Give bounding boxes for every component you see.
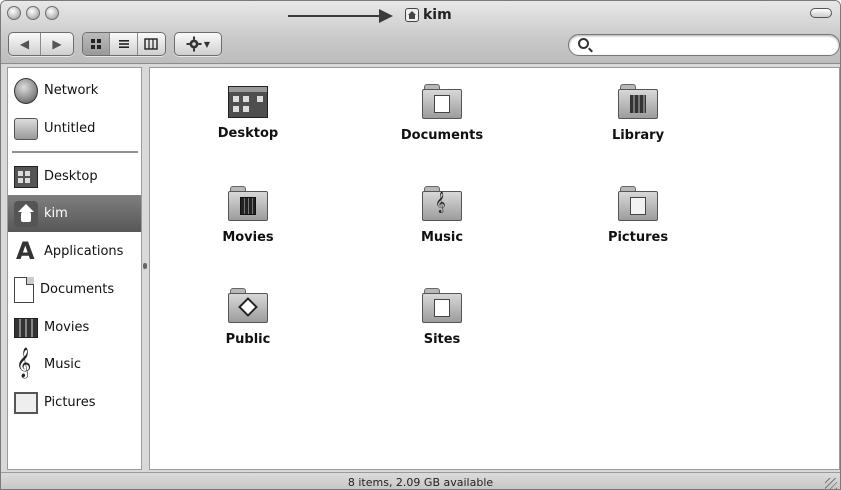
network-globe-icon	[14, 77, 38, 104]
window-controls	[7, 6, 59, 20]
sidebar-item-music[interactable]: Music	[8, 346, 141, 383]
resize-grip-icon[interactable]	[825, 478, 837, 489]
minimize-button[interactable]	[26, 6, 40, 20]
close-button[interactable]	[7, 6, 21, 20]
list-view-icon	[118, 40, 129, 48]
sidebar-item-movies[interactable]: Movies	[8, 309, 141, 346]
sidebar-divider	[12, 151, 138, 153]
sidebar-item-pictures[interactable]: Pictures	[8, 384, 141, 421]
forward-button[interactable]: ▶	[41, 33, 73, 55]
sidebar-resize-handle[interactable]	[143, 263, 147, 269]
sidebar-item-label: Applications	[44, 244, 124, 259]
file-item-label: Pictures	[607, 230, 669, 245]
music-note-icon	[14, 348, 38, 379]
file-item-music[interactable]: Music	[382, 174, 502, 260]
chevron-down-icon: ▼	[203, 39, 211, 49]
view-mode-control	[82, 32, 166, 56]
pictures-folder-icon	[618, 184, 658, 222]
annotation-arrow-line	[288, 15, 388, 17]
file-item-library[interactable]: Library	[578, 72, 698, 158]
action-menu-button[interactable]: ▼	[174, 32, 222, 56]
sidebar-item-untitled[interactable]: Untitled	[8, 110, 141, 147]
toolbar-toggle-button[interactable]	[810, 8, 832, 18]
document-icon	[14, 276, 34, 303]
zoom-button[interactable]	[45, 6, 59, 20]
sidebar-item-label: Movies	[44, 320, 90, 335]
status-text: 8 items, 2.09 GB available	[347, 475, 494, 489]
documents-folder-icon	[422, 82, 462, 120]
film-icon	[14, 317, 38, 338]
annotation-arrow-head-icon	[379, 9, 393, 23]
public-folder-icon	[228, 286, 268, 324]
file-browser-content: Desktop Documents Library Movies Music	[149, 67, 840, 470]
sidebar-item-label: Untitled	[44, 121, 96, 136]
file-item-label: Public	[225, 332, 271, 347]
sidebar-item-label: Network	[44, 83, 99, 98]
file-item-label: Desktop	[217, 126, 279, 141]
home-icon	[14, 200, 38, 227]
file-item-desktop[interactable]: Desktop	[188, 72, 308, 158]
sidebar-item-desktop[interactable]: Desktop	[8, 158, 141, 195]
file-item-label: Library	[611, 128, 665, 143]
sites-folder-icon	[422, 286, 462, 324]
picture-frame-icon	[14, 391, 38, 414]
file-item-label: Sites	[423, 332, 461, 347]
file-item-movies[interactable]: Movies	[188, 174, 308, 260]
sidebar-item-label: Desktop	[44, 169, 98, 184]
file-item-pictures[interactable]: Pictures	[578, 174, 698, 260]
sidebar-item-network[interactable]: Network	[8, 72, 141, 109]
list-view-button[interactable]	[110, 33, 138, 55]
icon-view-button[interactable]	[83, 33, 111, 55]
desktop-icon	[14, 165, 38, 188]
sidebar-item-label: kim	[44, 206, 68, 221]
back-forward-control: ◀ ▶	[8, 32, 74, 56]
forward-arrow-icon: ▶	[52, 37, 62, 51]
finder-window: kim ◀ ▶ ▼ Network Untitled Desktop kim A…	[0, 0, 841, 490]
applications-icon	[14, 237, 38, 265]
file-item-sites[interactable]: Sites	[382, 276, 502, 362]
column-view-icon	[144, 38, 159, 50]
file-item-public[interactable]: Public	[188, 276, 308, 362]
search-field[interactable]	[568, 34, 840, 56]
gear-icon	[186, 36, 202, 52]
search-icon	[578, 38, 589, 49]
window-title: kim	[405, 6, 452, 24]
sidebar-item-applications[interactable]: Applications	[8, 233, 141, 270]
column-view-button[interactable]	[138, 33, 165, 55]
music-folder-icon	[422, 184, 462, 222]
hard-disk-icon	[14, 117, 38, 140]
sidebar-item-label: Pictures	[44, 395, 96, 410]
file-item-documents[interactable]: Documents	[382, 72, 502, 158]
sidebar-item-kim[interactable]: kim	[8, 195, 141, 232]
search-input[interactable]	[595, 37, 825, 53]
file-item-label: Documents	[400, 128, 484, 143]
desktop-folder-icon	[228, 86, 268, 118]
title-toolbar: kim ◀ ▶ ▼	[1, 1, 840, 64]
sidebar-item-label: Documents	[40, 282, 115, 297]
movies-folder-icon	[228, 184, 268, 222]
sidebar: Network Untitled Desktop kim Application…	[7, 67, 142, 470]
library-folder-icon	[618, 82, 658, 120]
sidebar-item-documents[interactable]: Documents	[8, 271, 141, 308]
file-item-label: Movies	[222, 230, 274, 245]
action-menu-inner: ▼	[175, 33, 221, 55]
file-item-label: Music	[420, 230, 464, 245]
back-button[interactable]: ◀	[9, 33, 42, 55]
home-icon	[405, 8, 419, 22]
window-title-text: kim	[423, 7, 452, 23]
icon-view-icon	[91, 39, 102, 49]
back-arrow-icon: ◀	[19, 37, 30, 51]
status-bar: 8 items, 2.09 GB available	[1, 472, 840, 489]
sidebar-item-label: Music	[44, 357, 81, 372]
